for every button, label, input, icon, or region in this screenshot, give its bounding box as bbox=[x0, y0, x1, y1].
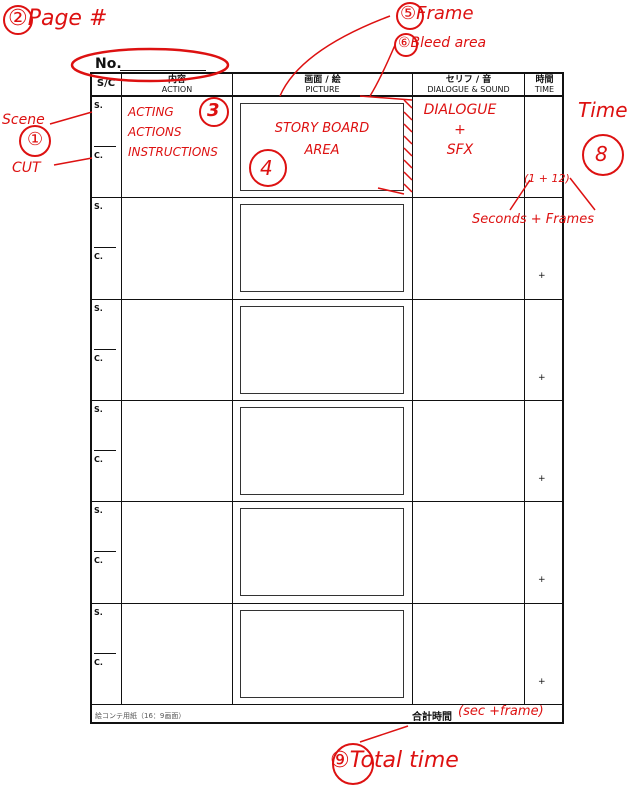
frames-arrow bbox=[569, 177, 596, 211]
page-number-circle bbox=[70, 47, 230, 83]
bleed-arrow bbox=[369, 44, 396, 97]
annotation-total-time: ⑨Total time bbox=[330, 748, 459, 773]
annotation-storyboard-num: 4 bbox=[260, 156, 273, 180]
annotation-storyboard: STORY BOARD AREA bbox=[262, 118, 382, 162]
annotation-time-example: (1 + 12) bbox=[524, 172, 570, 185]
annotation-acting-num: 3 bbox=[207, 100, 220, 121]
total-arrow bbox=[359, 725, 409, 743]
scene-arrow bbox=[49, 111, 93, 125]
annotation-frame: ⑤Frame bbox=[400, 3, 474, 24]
frame-arrow bbox=[279, 15, 391, 97]
annotation-cut: CUT bbox=[12, 160, 41, 176]
annotation-dialogue-line-3: SFX bbox=[446, 142, 474, 158]
annotation-page-num: ②Page # bbox=[8, 6, 108, 31]
annotation-bleed: ⑥Bleed area bbox=[398, 35, 487, 51]
annotation-scene: Scene bbox=[2, 112, 45, 128]
annotation-dialogue: DIALOGUE + SFX bbox=[420, 100, 500, 160]
annotation-acting-line-2: ACTIONS bbox=[128, 125, 182, 139]
annotation-acting-line-1: ACTING bbox=[128, 105, 174, 119]
cut-arrow bbox=[53, 157, 93, 166]
annotation-acting-line-3: INSTRUCTIONS bbox=[128, 145, 218, 159]
annotation-seconds-frames: Seconds + Frames bbox=[472, 212, 594, 227]
annotation-time: Time bbox=[578, 98, 628, 122]
annotation-acting: ACTING ACTIONS INSTRUCTIONS bbox=[128, 102, 218, 162]
annotation-storyboard-line-1: STORY BOARD bbox=[274, 121, 370, 136]
annotation-storyboard-line-2: AREA bbox=[304, 143, 340, 158]
annotation-scene-num: ① bbox=[27, 129, 44, 150]
annotation-dialogue-line-1: DIALOGUE bbox=[423, 102, 497, 118]
annotation-time-num: 8 bbox=[595, 142, 608, 166]
annotation-dialogue-line-2: + bbox=[454, 122, 466, 138]
